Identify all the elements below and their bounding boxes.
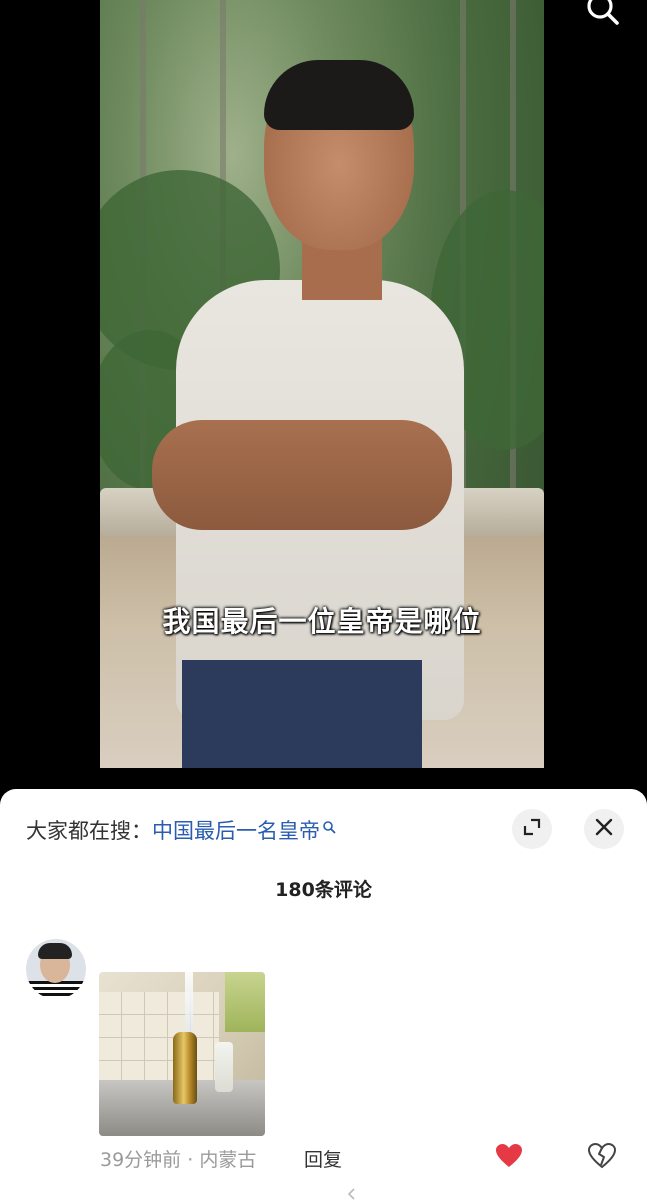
comment-meta: 39分钟前 · 内蒙古 <box>100 1145 256 1172</box>
video-subtitle: 我国最后一位皇帝是哪位 <box>162 605 482 638</box>
avatar[interactable] <box>26 939 86 999</box>
search-icon <box>322 815 336 839</box>
reply-button[interactable]: 回复 <box>304 1145 342 1172</box>
hair <box>264 60 414 130</box>
pants <box>182 660 422 768</box>
video-person <box>152 60 464 768</box>
search-icon[interactable] <box>585 0 621 28</box>
comment-image[interactable] <box>99 972 265 1136</box>
expand-button[interactable] <box>512 809 552 849</box>
comment-location: 内蒙古 <box>199 1149 257 1171</box>
trending-search-query[interactable]: 中国最后一名皇帝 <box>152 819 320 843</box>
trending-search[interactable]: 大家都在搜：中国最后一名皇帝 <box>26 815 336 845</box>
image-soap-bottle <box>215 1042 233 1092</box>
avatar-shirt <box>26 981 86 999</box>
trending-search-prefix: 大家都在搜： <box>26 819 152 843</box>
crossed-arms <box>152 420 452 530</box>
close-button[interactable] <box>584 809 624 849</box>
image-tiles <box>99 992 219 1082</box>
video-player[interactable] <box>100 0 544 768</box>
comment-sheet: 大家都在搜：中国最后一名皇帝 180条评论 39分钟前 · 内蒙古 回复 <box>0 789 647 1200</box>
image-window <box>225 972 265 1032</box>
meta-separator: · <box>181 1149 200 1171</box>
expand-icon <box>522 817 542 841</box>
comment-count: 180条评论 <box>275 879 372 901</box>
broken-heart-icon[interactable] <box>587 1142 617 1169</box>
image-gold-bottle <box>173 1032 197 1104</box>
close-icon <box>594 817 614 841</box>
comment-time: 39分钟前 <box>100 1149 182 1171</box>
chevron-icon <box>346 1185 358 1200</box>
heart-filled-icon[interactable] <box>495 1143 523 1169</box>
avatar-hair <box>38 943 72 959</box>
